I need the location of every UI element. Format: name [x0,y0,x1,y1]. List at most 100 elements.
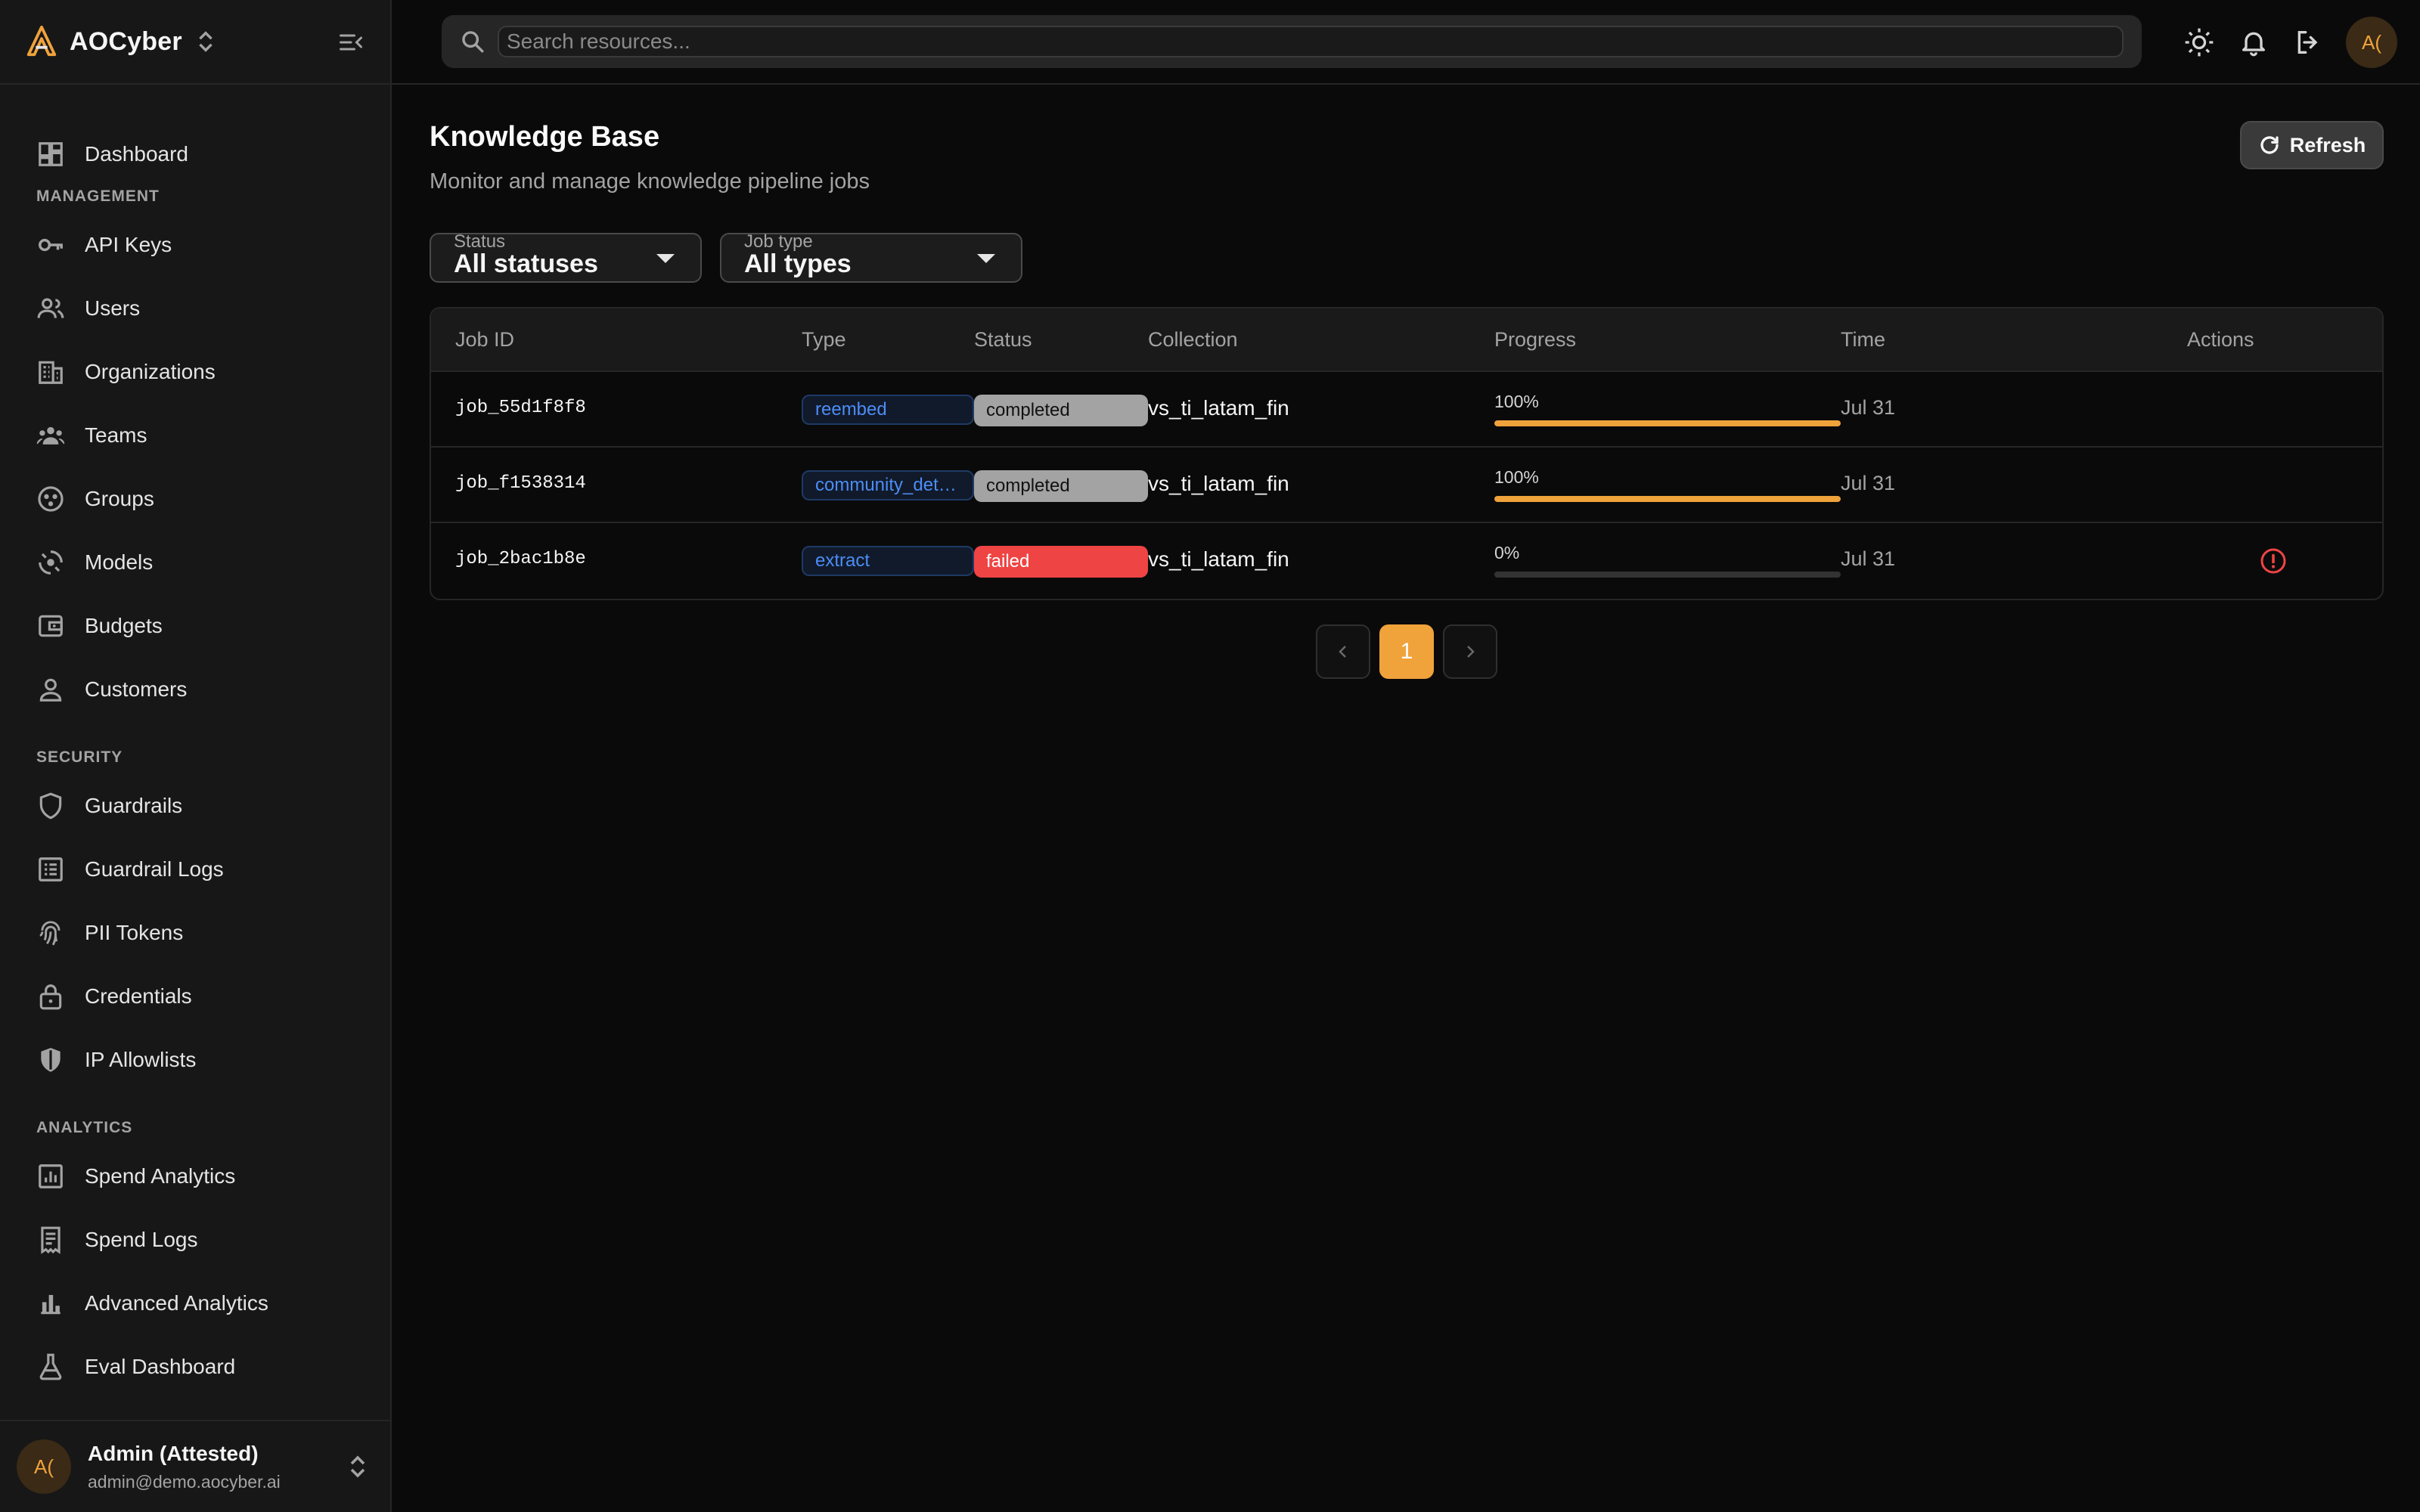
status-filter-value: All statuses [454,249,598,278]
column-header-progress: Progress [1494,328,1577,351]
sidebar-item-label: Customers [85,677,188,701]
type-badge: extract [802,546,974,576]
sidebar-item-dashboard[interactable]: Dashboard [18,129,374,180]
table-row[interactable]: job_55d1f8f8 reembed completed vs_ti_lat… [431,372,2382,448]
lock-icon [39,984,62,1010]
section-management: MANAGEMENT [36,187,160,205]
jobs-table: Job ID Type Status Collection Progress T… [430,307,2384,600]
avatar[interactable]: A( [2346,17,2397,68]
sidebar-item-guardrail-logs[interactable]: Guardrail Logs [18,844,374,895]
building-icon [39,361,63,384]
column-header-job-id: Job ID [455,328,515,351]
user-menu[interactable]: A( Admin (Attested) admin@demo.aocyber.a… [0,1420,390,1512]
shield-check-icon [41,1048,60,1072]
sidebar-item-teams[interactable]: Teams [18,410,374,461]
type-badge: community_detection [802,470,974,500]
search-bar [442,15,2142,68]
sidebar-item-label: IP Allowlists [85,1048,197,1071]
sidebar-item-users[interactable]: Users [18,283,374,334]
column-header-actions: Actions [2187,328,2254,351]
shield-icon [39,792,62,820]
sidebar-item-groups[interactable]: Groups [18,473,374,525]
caret-down-icon [977,254,995,263]
section-security: SECURITY [36,748,123,766]
refresh-label: Refresh [2289,133,2366,156]
job-type-filter-select[interactable]: Job type All types [720,231,1022,283]
user-name: Admin (Attested) [88,1441,259,1465]
sidebar-item-label: Organizations [85,360,216,383]
sidebar-item-api-keys[interactable]: API Keys [18,219,374,271]
bar-chart-icon [41,1294,60,1315]
list-doc-icon [39,857,63,881]
progress-bar [1494,572,1841,578]
progress-fill [1494,496,1841,502]
sidebar-item-label: Advanced Analytics [85,1291,268,1315]
page-button-current[interactable]: 1 [1379,624,1434,679]
progress-text: 0% [1494,543,1520,562]
model-icon [39,550,63,575]
type-badge: reembed [802,395,974,425]
logout-icon[interactable] [2293,27,2323,57]
sidebar-item-label: Spend Logs [85,1228,198,1251]
sidebar-item-customers[interactable]: Customers [18,664,374,715]
table-row[interactable]: job_f1538314 community_detection complet… [431,448,2382,523]
page-subtitle: Monitor and manage knowledge pipeline jo… [430,169,870,194]
brand-header: AOCyber [0,0,390,85]
sidebar-item-label: Models [85,550,154,574]
chevron-up-down-icon[interactable] [196,29,216,54]
sidebar-item-label: Teams [85,423,147,447]
sidebar-item-label: API Keys [85,233,172,256]
progress-text: 100% [1494,392,1539,411]
sidebar-item-ip-allowlists[interactable]: IP Allowlists [18,1034,374,1086]
page-title: Knowledge Base [430,121,660,153]
sidebar-item-label: Spend Analytics [85,1164,236,1188]
bell-icon[interactable] [2238,27,2269,57]
flask-icon [39,1353,62,1380]
sidebar-item-budgets[interactable]: Budgets [18,600,374,652]
topbar: A( [392,0,2420,85]
search-icon [462,31,484,53]
refresh-icon [2260,136,2279,154]
person-icon [39,678,62,702]
sidebar-item-label: Eval Dashboard [85,1355,236,1378]
sidebar-item-credentials[interactable]: Credentials [18,971,374,1022]
next-page-button[interactable] [1443,624,1497,679]
sidebar-item-models[interactable]: Models [18,537,374,588]
progress-bar [1494,496,1841,502]
chevron-up-down-icon[interactable] [348,1453,368,1480]
sidebar-item-label: Credentials [85,984,192,1008]
sidebar-item-label: Guardrail Logs [85,857,224,881]
refresh-button[interactable]: Refresh [2240,121,2384,169]
user-email: admin@demo.aocyber.ai [88,1471,281,1492]
sidebar-item-spend-logs[interactable]: Spend Logs [18,1214,374,1266]
sidebar-item-guardrails[interactable]: Guardrails [18,780,374,832]
job-type-filter-value: All types [744,249,852,278]
search-input[interactable] [498,26,2124,57]
groups-icon [38,486,64,512]
sun-icon[interactable] [2184,27,2214,57]
column-header-status: Status [974,328,1032,351]
prev-page-button[interactable] [1316,624,1370,679]
wallet-icon [39,615,63,637]
sidebar-item-eval-dashboard[interactable]: Eval Dashboard [18,1341,374,1393]
column-header-type: Type [802,328,846,351]
sidebar: AOCyber Dashboard MANAGEMENT API Keys Us… [0,0,392,1512]
sidebar-item-advanced-analytics[interactable]: Advanced Analytics [18,1278,374,1329]
fingerprint-icon [39,921,60,946]
user-info: Admin (Attested) admin@demo.aocyber.ai [88,1442,281,1492]
sidebar-item-label: Guardrails [85,794,183,817]
progress-text: 100% [1494,467,1539,487]
brand-name[interactable]: AOCyber [70,27,182,57]
collapse-sidebar-icon[interactable] [337,29,365,56]
sidebar-item-label: PII Tokens [85,921,184,944]
sidebar-item-organizations[interactable]: Organizations [18,346,374,398]
sidebar-item-pii-tokens[interactable]: PII Tokens [18,907,374,959]
job-id: job_55d1f8f8 [455,398,586,418]
key-icon [39,238,63,252]
status-badge: completed [974,470,1148,502]
sidebar-item-spend-analytics[interactable]: Spend Analytics [18,1151,374,1202]
collection-name: vs_ti_latam_fin [1148,396,1289,420]
table-row[interactable]: job_2bac1b8e extract failed vs_ti_latam_… [431,523,2382,599]
status-filter-select[interactable]: Status All statuses [430,231,702,283]
error-info-icon[interactable] [2260,547,2287,575]
